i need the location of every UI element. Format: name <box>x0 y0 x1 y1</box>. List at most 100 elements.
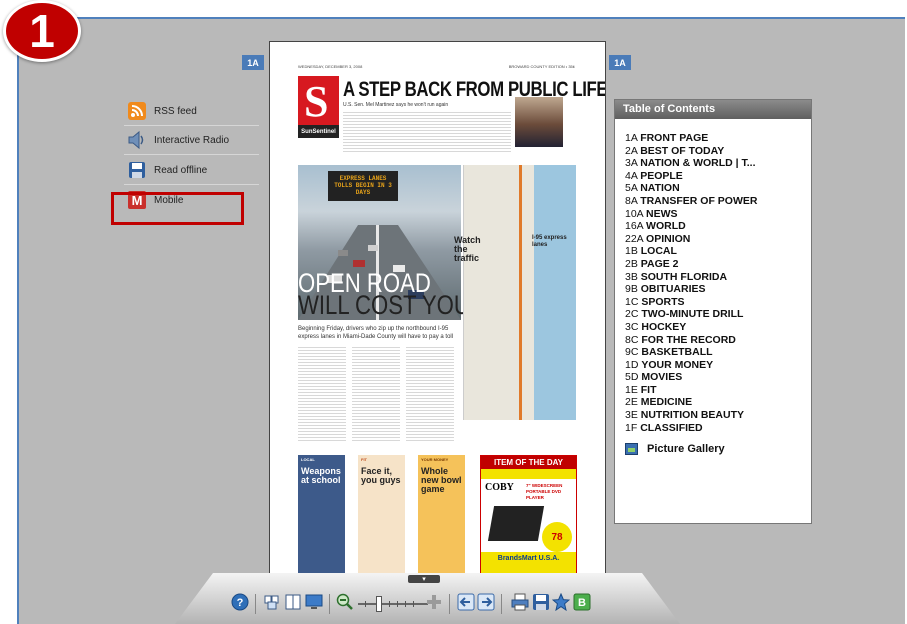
picture-gallery-label: Picture Gallery <box>647 443 725 455</box>
toc-item-title: OPINION <box>646 232 691 245</box>
two-page-icon <box>284 593 302 616</box>
thumbnails-button[interactable] <box>263 595 281 613</box>
help-button[interactable]: ? <box>231 593 249 616</box>
toc-item[interactable]: 2C TWO-MINUTE DRILL <box>625 308 805 321</box>
viewer-frame: RSS feed Interactive Radio Read offline … <box>17 17 905 624</box>
subheadline: U.S. Sen. Mel Martinez says he won't run… <box>343 102 449 108</box>
zoom-out-button[interactable] <box>336 593 354 613</box>
toc-item[interactable]: 22A OPINION <box>625 233 805 246</box>
picture-gallery-link[interactable]: Picture Gallery <box>625 443 725 455</box>
toc-item[interactable]: 9C BASKETBALL <box>625 346 805 359</box>
share-button[interactable]: B <box>573 593 591 616</box>
toolbar-collapse-handle[interactable]: ▾ <box>408 575 440 583</box>
toc-item[interactable]: 2B PAGE 2 <box>625 258 805 271</box>
print-icon <box>511 593 529 616</box>
zoom-tick <box>413 601 414 607</box>
toc-item-code: 2C <box>625 308 639 321</box>
toc-item-code: 8A <box>625 194 638 207</box>
toc-item-code: 3C <box>625 320 639 333</box>
toc-item[interactable]: 1F CLASSIFIED <box>625 422 805 432</box>
toc-item-code: 16A <box>625 220 644 233</box>
toc-item-code: 3B <box>625 270 638 283</box>
previous-page-button[interactable] <box>457 593 475 613</box>
toc-item[interactable]: 8A TRANSFER OF POWER <box>625 195 805 208</box>
svg-text:?: ? <box>237 597 244 609</box>
menu-divider <box>124 184 259 185</box>
map-water <box>534 165 576 420</box>
toc-item[interactable]: 16A WORLD <box>625 220 805 233</box>
two-page-view-button[interactable] <box>284 593 302 616</box>
toc-item[interactable]: 1E FIT <box>625 384 805 397</box>
dvd-player-image <box>487 506 545 541</box>
interactive-radio-label: Interactive Radio <box>154 134 230 146</box>
toc-item[interactable]: 3E NUTRITION BEAUTY <box>625 409 805 422</box>
read-offline-link[interactable]: Read offline <box>124 156 259 184</box>
toc-item[interactable]: 4A PEOPLE <box>625 170 805 183</box>
toc-item[interactable]: 3B SOUTH FLORIDA <box>625 271 805 284</box>
zoom-in-button[interactable] <box>425 594 443 613</box>
toc-item-title: PEOPLE <box>640 169 683 182</box>
toc-item-code: 9C <box>625 346 639 359</box>
toc-item-title: FRONT PAGE <box>640 132 709 144</box>
interactive-radio-link[interactable]: Interactive Radio <box>124 126 259 154</box>
monitor-icon <box>305 593 323 616</box>
toc-item[interactable]: 2E MEDICINE <box>625 396 805 409</box>
toc-item-code: 1D <box>625 358 639 371</box>
map-label: I-95 express lanes <box>532 235 567 248</box>
toc-item-title: TWO-MINUTE DRILL <box>641 308 744 321</box>
ad-banner <box>481 469 576 479</box>
toolbar-divider <box>501 594 502 614</box>
share-b-icon: B <box>573 593 591 616</box>
toc-item-title: FIT <box>640 383 657 396</box>
next-page-button[interactable] <box>477 593 495 616</box>
fullscreen-button[interactable] <box>305 593 323 616</box>
toc-item[interactable]: 1D YOUR MONEY <box>625 359 805 372</box>
help-icon: ? <box>231 593 249 616</box>
toc-item[interactable]: 10A NEWS <box>625 208 805 221</box>
toolbar-divider <box>329 594 330 614</box>
toc-item-code: 1B <box>625 245 638 258</box>
zoom-slider-track[interactable] <box>358 603 428 605</box>
toc-item[interactable]: 3A NATION & WORLD | T... <box>625 157 805 170</box>
print-button[interactable] <box>511 593 529 616</box>
toc-item[interactable]: 2A BEST OF TODAY <box>625 145 805 158</box>
story-title: OPEN ROAD WILL COST YOU <box>298 270 470 319</box>
right-page-tag[interactable]: 1A <box>609 55 631 70</box>
toolbar-divider <box>255 594 256 614</box>
toc-item-code: 1F <box>625 421 638 432</box>
read-offline-label: Read offline <box>154 164 208 176</box>
teaser-title: Whole new bowl game <box>421 466 462 494</box>
masthead-line: WEDNESDAY, DECEMBER 3, 2008 BROWARD COUN… <box>298 64 575 69</box>
save-button[interactable] <box>532 593 550 613</box>
story-deck: Beginning Friday, drivers who zip up the… <box>298 326 454 340</box>
ad-price: 78 <box>542 522 572 552</box>
fit-teaser: FIT Face it, you guys <box>358 455 405 573</box>
zoom-tick <box>365 601 366 607</box>
toc-item[interactable]: 8C FOR THE RECORD <box>625 334 805 347</box>
toc-item[interactable]: 1A FRONT PAGE <box>625 132 805 145</box>
toc-item-title: CLASSIFIED <box>640 421 703 432</box>
watch-traffic-sidebar: Watch the traffic <box>454 235 481 263</box>
save-disk-icon <box>127 160 147 180</box>
newspaper-page[interactable]: WEDNESDAY, DECEMBER 3, 2008 BROWARD COUN… <box>269 41 606 609</box>
toc-item[interactable]: 9B OBITUARIES <box>625 283 805 296</box>
toc-item[interactable]: 1C SPORTS <box>625 296 805 309</box>
zoom-slider-thumb[interactable] <box>376 596 382 612</box>
toc-item[interactable]: 3C HOCKEY <box>625 321 805 334</box>
toc-item[interactable]: 5A NATION <box>625 182 805 195</box>
zoom-tick <box>397 601 398 607</box>
picture-gallery-icon <box>625 443 638 455</box>
left-page-tag[interactable]: 1A <box>242 55 264 70</box>
teaser-label: YOUR MONEY <box>421 457 449 462</box>
bookmark-button[interactable] <box>551 592 571 613</box>
arrow-right-icon <box>477 593 495 616</box>
toc-item[interactable]: 1B LOCAL <box>625 245 805 258</box>
martinez-photo <box>515 97 563 147</box>
menu-divider <box>124 154 259 155</box>
rss-feed-link[interactable]: RSS feed <box>124 97 259 125</box>
story-column-3 <box>406 347 454 442</box>
toc-item-code: 1E <box>625 383 638 396</box>
toolbar-divider <box>449 594 450 614</box>
toc-item-title: NUTRITION BEAUTY <box>640 409 745 422</box>
toc-item[interactable]: 5D MOVIES <box>625 371 805 384</box>
